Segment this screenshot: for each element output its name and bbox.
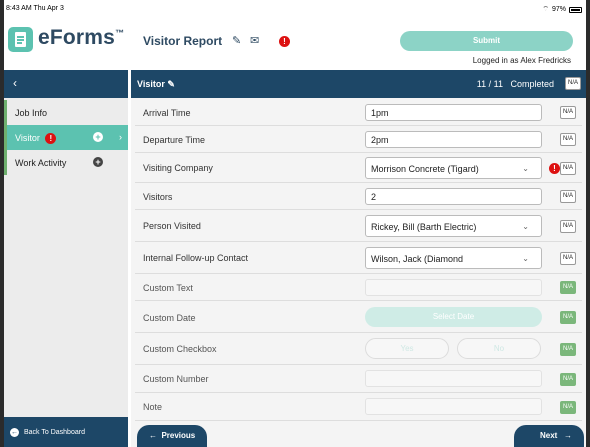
na-toggle[interactable]: N/A	[560, 133, 576, 146]
na-toggle[interactable]: N/A	[560, 373, 576, 386]
error-icon: !	[549, 163, 560, 174]
chevron-right-icon: ›	[119, 132, 122, 142]
sidebar-item-work-activity[interactable]: Work Activity +	[4, 150, 128, 175]
departure-time-input[interactable]: 2pm	[365, 131, 542, 148]
na-toggle[interactable]: N/A	[560, 311, 576, 324]
chevron-down-icon: ⌄	[522, 222, 529, 231]
field-row-visitors: Visitors 2 N/A	[135, 183, 582, 210]
error-icon: !	[45, 133, 57, 144]
visitors-input[interactable]: 2	[365, 188, 542, 205]
field-row-follow-up-contact: Internal Follow-up Contact Wilson, Jack …	[135, 242, 582, 274]
sidebar-item-job-info[interactable]: Job Info	[4, 100, 128, 125]
na-toggle[interactable]: N/A	[560, 281, 576, 294]
chevron-down-icon: ⌄	[522, 254, 529, 263]
field-label: Departure Time	[143, 135, 206, 145]
field-label: Custom Checkbox	[143, 344, 217, 354]
form-section: Visitor ✎ 11 / 11 Completed N/A Arrival …	[131, 70, 586, 447]
field-row-visiting-company: Visiting Company Morrison Concrete (Tiga…	[135, 153, 582, 183]
field-row-custom-text: Custom Text N/A	[135, 274, 582, 301]
field-row-custom-checkbox: Custom Checkbox Yes No N/A	[135, 333, 582, 365]
sidebar-item-label: Visitor	[15, 133, 40, 143]
field-row-custom-date: Custom Date Select Date N/A	[135, 301, 582, 333]
add-icon[interactable]: +	[93, 132, 103, 142]
field-row-departure-time: Departure Time 2pm N/A	[135, 126, 582, 153]
chevron-down-icon: ⌄	[522, 164, 529, 173]
envelope-icon[interactable]: ✉	[250, 34, 259, 47]
visiting-company-select[interactable]: Morrison Concrete (Tigard) ⌄	[365, 157, 542, 179]
status-time: 8:43 AM Thu Apr 3	[6, 5, 64, 12]
chevron-left-icon: ‹	[13, 76, 17, 90]
previous-button[interactable]: ← Previous	[137, 425, 208, 447]
yes-option: Yes	[365, 338, 449, 359]
app-header: eForms™ Visitor Report ✎ ✉ ! Submit Logg…	[4, 16, 586, 68]
na-toggle[interactable]: N/A	[560, 162, 576, 175]
report-title: Visitor Report	[143, 34, 223, 48]
field-label: Person Visited	[143, 221, 201, 231]
pencil-icon: ✎	[167, 79, 175, 89]
field-label: Visiting Company	[143, 163, 213, 173]
custom-number-input	[365, 370, 542, 387]
field-label: Custom Text	[143, 283, 193, 293]
field-row-note: Note N/A	[135, 393, 582, 421]
select-date-button: Select Date	[365, 307, 542, 327]
battery-percent: 97%	[551, 6, 566, 13]
na-toggle[interactable]: N/A	[560, 220, 576, 233]
logged-in-text: Logged in as Alex Fredricks	[472, 56, 571, 65]
section-na-toggle[interactable]: N/A	[565, 77, 581, 90]
arrow-left-circle-icon: ←	[10, 428, 19, 437]
sidebar-item-label: Work Activity	[15, 158, 67, 168]
no-option: No	[457, 338, 541, 359]
back-to-dashboard-button[interactable]: ← Back To Dashboard	[4, 417, 128, 447]
na-toggle[interactable]: N/A	[560, 190, 576, 203]
arrow-right-icon: →	[564, 431, 572, 440]
section-progress: 11 / 11 Completed	[476, 79, 554, 89]
battery-icon	[569, 6, 582, 13]
next-button[interactable]: Next →	[513, 425, 584, 447]
sidebar: ‹ Job Info Visitor ! + › Work Activity +…	[4, 70, 128, 447]
status-bar: 8:43 AM Thu Apr 3 ⌔ 97%	[4, 0, 586, 16]
sidebar-back-button[interactable]: ‹	[4, 70, 128, 98]
field-row-custom-number: Custom Number N/A	[135, 365, 582, 393]
pencil-icon[interactable]: ✎	[232, 34, 241, 47]
note-input	[365, 398, 542, 415]
custom-text-input	[365, 279, 542, 296]
sidebar-item-visitor[interactable]: Visitor ! + ›	[4, 125, 128, 150]
field-label: Visitors	[143, 192, 173, 202]
na-toggle[interactable]: N/A	[560, 343, 576, 356]
status-right: ⌔ 97%	[542, 5, 582, 14]
arrow-left-icon: ←	[149, 431, 157, 440]
submit-button[interactable]: Submit	[400, 31, 573, 51]
add-icon[interactable]: +	[93, 157, 103, 167]
section-title: Visitor ✎	[137, 79, 175, 89]
na-toggle[interactable]: N/A	[560, 106, 576, 119]
form-footer: ← Previous Next →	[131, 423, 586, 447]
section-header: Visitor ✎ 11 / 11 Completed N/A	[131, 70, 586, 98]
sidebar-item-label: Job Info	[15, 108, 48, 118]
field-row-person-visited: Person Visited Rickey, Bill (Barth Elect…	[135, 210, 582, 242]
field-label: Note	[143, 402, 163, 412]
field-row-arrival-time: Arrival Time 1pm N/A	[135, 99, 582, 126]
app-window: 8:43 AM Thu Apr 3 ⌔ 97% eForms™ Visitor …	[0, 0, 590, 447]
na-toggle[interactable]: N/A	[560, 401, 576, 414]
field-label: Arrival Time	[143, 108, 191, 118]
field-label: Internal Follow-up Contact	[143, 253, 249, 263]
field-label: Custom Date	[143, 313, 196, 323]
wifi-icon: ⌔	[542, 6, 549, 13]
app-logo: eForms™	[38, 26, 125, 49]
field-label: Custom Number	[143, 374, 209, 384]
na-toggle[interactable]: N/A	[560, 252, 576, 265]
error-icon: !	[279, 35, 290, 47]
eforms-logo-icon	[8, 27, 33, 52]
arrival-time-input[interactable]: 1pm	[365, 104, 542, 121]
follow-up-contact-select[interactable]: Wilson, Jack (Diamond ⌄	[365, 247, 542, 269]
person-visited-select[interactable]: Rickey, Bill (Barth Electric) ⌄	[365, 215, 542, 237]
